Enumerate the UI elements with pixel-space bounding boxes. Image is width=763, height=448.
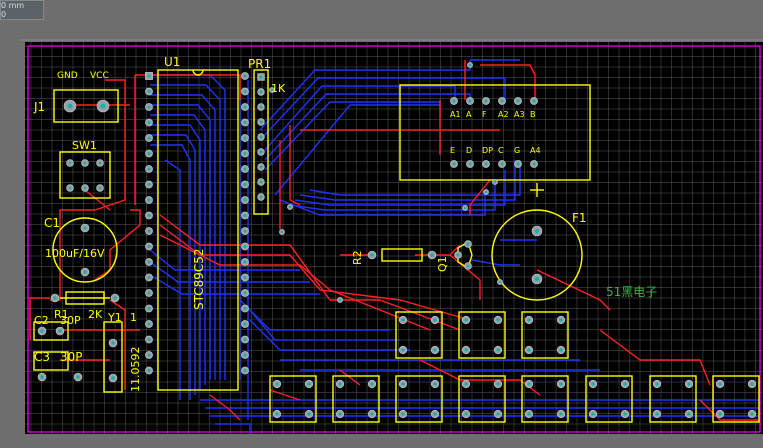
c3-label: C3 (34, 350, 50, 364)
c3-value: 30P (60, 350, 83, 364)
pcb-editor-view[interactable]: 0 mm 0 GND VCC J1 SW1 C1 100uF/16V R1 2K… (0, 0, 763, 448)
f1-label: F1 (572, 211, 587, 225)
display-pin-label: DP (482, 146, 493, 155)
j1-label: J1 (33, 100, 45, 114)
pr1-value: 1K (271, 82, 286, 95)
y1-suffix: 1 (130, 311, 137, 324)
c2-value: 30P (60, 314, 81, 327)
gnd-label: GND (57, 71, 78, 81)
display-pin-label: A1 (450, 110, 461, 119)
q1-label: Q1 (436, 256, 449, 272)
watermark-text: 51黑电子 (606, 285, 657, 299)
pcb-canvas[interactable]: GND VCC J1 SW1 C1 100uF/16V R1 2K C2 30P… (0, 0, 763, 448)
c2-label: C2 (34, 314, 49, 327)
vcc-label: VCC (90, 71, 109, 81)
display-pin-label: A4 (530, 146, 541, 155)
display-pin-label: E (450, 146, 455, 155)
pr1-label: PR1 (248, 57, 271, 71)
display-pin-label: F (482, 110, 487, 119)
display-pin-label: C (498, 146, 504, 155)
y1-label: Y1 (107, 311, 122, 324)
display-pin-label: A3 (514, 110, 525, 119)
c1-value: 100uF/16V (45, 247, 105, 260)
r2-label: R2 (351, 250, 364, 265)
display-pin-label: B (530, 110, 536, 119)
display-pin-label: G (514, 146, 520, 155)
c1-label: C1 (44, 216, 60, 230)
display-pin-label: A2 (498, 110, 509, 119)
crystal-value: 11.0592 (129, 347, 142, 393)
display-pin-label: A (466, 110, 472, 119)
u1-label: U1 (164, 55, 180, 69)
r1-value: 2K (88, 308, 103, 321)
u1-value: STC89C52 (192, 248, 206, 310)
sw1-label: SW1 (72, 139, 97, 152)
display-pin-label: D (466, 146, 472, 155)
